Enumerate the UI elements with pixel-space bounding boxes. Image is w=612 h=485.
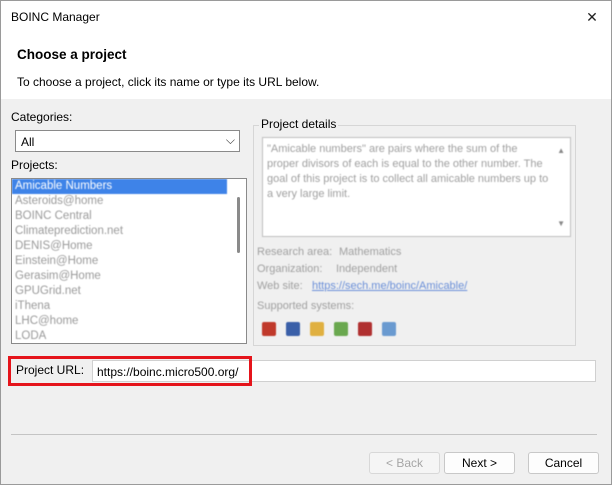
supported-systems-label: Supported systems: [257, 300, 355, 312]
research-area-label: Research area: [257, 246, 333, 258]
mac-icon [286, 322, 300, 336]
next-button[interactable]: Next > [444, 452, 515, 474]
page-title: Choose a project [17, 47, 127, 62]
project-list-item[interactable]: Asteroids@home [12, 194, 227, 209]
wizard-header: Choose a project To choose a project, cl… [1, 33, 611, 99]
projects-scrollbar[interactable] [237, 197, 240, 253]
footer-divider [11, 434, 597, 435]
nvidia-icon [358, 322, 372, 336]
website-label: Web site: [257, 280, 303, 292]
project-list-item[interactable]: Amicable Numbers [12, 179, 227, 194]
linux-icon [310, 322, 324, 336]
windows-icon [262, 322, 276, 336]
window-title: BOINC Manager [11, 10, 100, 24]
projects-label: Projects: [11, 158, 58, 172]
chevron-down-icon[interactable]: ⌵ [226, 133, 235, 148]
android-icon [334, 322, 348, 336]
categories-selected: All [21, 135, 35, 149]
projects-list[interactable]: Amicable Numbers Asteroids@home BOINC Cent… [11, 178, 247, 344]
categories-label: Categories: [11, 110, 73, 124]
project-list-item[interactable]: BOINC Central [12, 209, 227, 224]
scroll-down-icon[interactable]: ▼ [557, 216, 565, 231]
project-description: "Amicable numbers" are pairs where the s… [262, 137, 571, 237]
project-list-item[interactable]: Einstein@Home [12, 254, 227, 269]
supported-systems-icons [262, 322, 396, 336]
organization-value: Independent [336, 263, 398, 275]
title-bar: BOINC Manager ✕ [1, 1, 611, 33]
website-link[interactable]: https://sech.me/boinc/Amicable/ [312, 280, 467, 292]
project-list-item[interactable]: GPUGrid.net [12, 284, 227, 299]
project-description-text: "Amicable numbers" are pairs where the s… [267, 143, 549, 200]
back-button[interactable]: < Back [369, 452, 440, 474]
virtualbox-icon [382, 322, 396, 336]
red-highlight-box [8, 356, 252, 386]
project-list-item[interactable]: Gerasim@Home [12, 269, 227, 284]
project-list-item[interactable]: Climateprediction.net [12, 224, 227, 239]
close-icon[interactable]: ✕ [581, 6, 603, 28]
cancel-button[interactable]: Cancel [528, 452, 599, 474]
project-details-legend: Project details [259, 117, 339, 131]
project-list-item[interactable]: DENIS@Home [12, 239, 227, 254]
project-list-item[interactable]: LHC@home [12, 314, 227, 329]
scroll-up-icon[interactable]: ▲ [557, 143, 565, 158]
project-list-item[interactable]: iThena [12, 299, 227, 314]
categories-dropdown[interactable]: All ⌵ [15, 130, 240, 152]
organization-label: Organization: [257, 263, 323, 275]
page-description: To choose a project, click its name or t… [17, 75, 320, 89]
research-area-value: Mathematics [339, 246, 402, 258]
project-list-item[interactable]: LODA [12, 329, 227, 343]
